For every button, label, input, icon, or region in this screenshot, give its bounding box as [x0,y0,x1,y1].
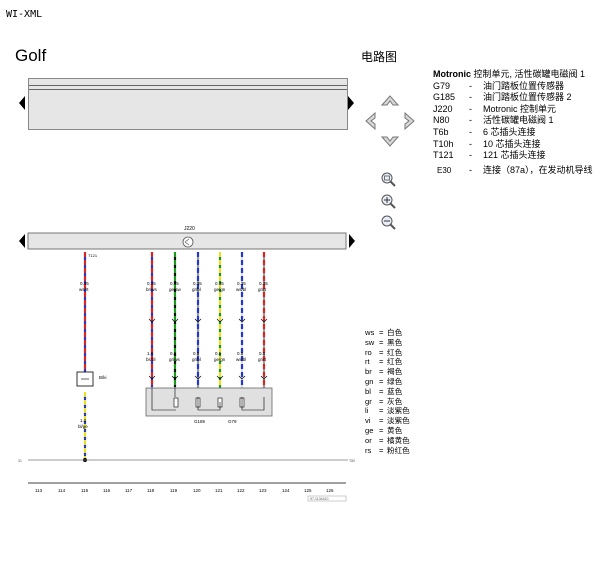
color-item: rt = 红色 [365,357,403,367]
connector-t6b [148,375,268,380]
wire-size-label: 1.0 [80,418,87,423]
wire-color-label: gr/ws [169,357,181,362]
ecu-label: J220 [184,226,195,232]
wire-size-label: 0.5 [170,351,177,356]
scroll-left-icon[interactable] [19,96,25,110]
legend-title: Motronic 控制单元, 活性碳罐电磁阀 1 [433,69,586,79]
model-name: Golf [15,46,47,65]
nav-right-icon[interactable] [404,111,415,131]
svg-text:114: 114 [58,488,66,493]
color-item: gn = 绿色 [365,376,403,386]
color-item: bl = 蓝色 [365,386,403,396]
wire-color-label: ge/sw [169,287,182,292]
wire-color-label: gr/rt [258,287,267,292]
color-item: vi = 淡紫色 [365,416,410,426]
legend-item: G79- 油门踏板位置传感器 [433,80,565,91]
svg-text:118: 118 [147,488,155,493]
svg-text:121: 121 [215,488,223,493]
legend-item: T121-121 芯插头连接 [433,150,546,161]
sensor-label-g79: G79 [228,419,237,424]
legend-item: J220- Motronic 控制单元 [433,103,557,114]
ground-label-right: T80 [349,459,355,463]
wire-size-label: 0.5 [215,351,222,356]
svg-text:126: 126 [326,488,334,493]
color-item: gr = 灰色 [365,396,403,406]
legend-item: T6b -6 芯插头连接 [433,126,536,137]
wire-color-label: bl/ge [78,424,88,429]
svg-text:122: 122 [237,488,245,493]
window-title: WI-XML [6,9,43,20]
color-item: ro = 红色 [365,347,403,357]
wire-size-label: 0.5 [193,351,200,356]
wire-color-label: ge/gn [214,287,226,292]
pedal-sensor-module [145,387,273,417]
legend-item: N80- 活性碳罐电磁阀 1 [433,115,554,126]
zoom-fit-icon[interactable] [381,172,396,187]
wire-size-label: 0.35 [80,281,89,286]
wire-size-label: 0.35 [259,281,268,286]
svg-text:117: 117 [125,488,133,493]
color-item: br = 褐色 [365,367,403,377]
ground-label-left: 31 [18,459,22,463]
svg-text:120: 120 [193,488,201,493]
zoom-in-icon[interactable] [381,194,396,209]
svg-text:119: 119 [170,488,178,493]
legend-item: G185- 油门踏板位置传感器 2 [433,92,572,103]
wire-color-label: gr/bl [192,287,201,292]
connector-t10h [148,318,268,323]
svg-text:115: 115 [81,488,89,493]
ecu-symbol [182,236,194,248]
color-item: sw = 黑色 [365,337,403,347]
zoom-out-icon[interactable] [381,215,396,230]
svg-text:123: 123 [259,488,267,493]
nav-up-icon[interactable] [380,95,400,106]
navigation-pad [365,95,415,147]
nav-left-icon[interactable] [365,111,376,131]
wire-color-label: gr/rt [258,357,267,362]
color-item: ws = 白色 [365,328,403,337]
legend-item: T10h -10 芯插头连接 [433,138,541,149]
circuit-diagram: J220 T121 0.35 ws/rt B/ki 1.0 bl/ge 0.35… [18,226,355,502]
scroll-right-icon[interactable] [349,234,355,248]
color-item: li = 淡紫色 [365,406,410,416]
pin-label: T121 [88,253,98,258]
wire-size-label: 0.35 [147,281,156,286]
scroll-left-icon[interactable] [19,234,25,248]
wire-size-label: 0.5 [237,351,244,356]
sensor-label-g185: G185 [194,419,206,424]
zoom-tools [381,172,396,230]
component-legend: Motronic 控制单元, 活性碳罐电磁阀 1 G79- 油门踏板位置传感器 G… [433,69,593,176]
wire-color-label: ws/bl [236,287,246,292]
wire-size-label: 0.5 [259,351,266,356]
svg-text:116: 116 [103,488,111,493]
svg-text:113: 113 [35,488,43,493]
component-label-b: B/ki [99,375,107,380]
wire-size-label: 0.35 [215,281,224,286]
wire-color-legend: ws = 白色 sw = 黑色 ro = 红色 rt = 红色 br = 褐色 gn = 绿色 bl = 蓝… [365,328,410,455]
wire-color-label: br/ws [146,287,158,292]
color-item: or = 橘黄色 [365,435,410,445]
footer-code: 97-1134410 [310,497,328,501]
diagram-header-panel [28,78,348,130]
scale-numbers: 113 114 115 116 117 118 119 120 121 122 … [35,488,334,493]
scroll-right-icon[interactable] [348,96,354,110]
section-title: 电路图 [361,50,398,64]
color-item: rs = 粉红色 [365,445,410,455]
color-item: ge = 黄色 [365,425,403,435]
wire-size-label: 0.35 [170,281,179,286]
wire-size-label: 0.35 [193,281,202,286]
wire-color-label: ws/rt [79,287,89,292]
wire-color-label: ws/bl [236,357,246,362]
wire-size-label: 0.35 [237,281,246,286]
wire-color-label: gr/bl [192,357,201,362]
nav-down-icon[interactable] [380,136,400,147]
wire-size-label: 1.0 [147,351,154,356]
svg-text:124: 124 [282,488,290,493]
wire-color-label: ge/gn [214,357,226,362]
svg-text:125: 125 [304,488,312,493]
legend-item: E30- 连接（87a），在发动机导线 [437,164,593,175]
wire-color-label: bs/bl [146,357,156,362]
